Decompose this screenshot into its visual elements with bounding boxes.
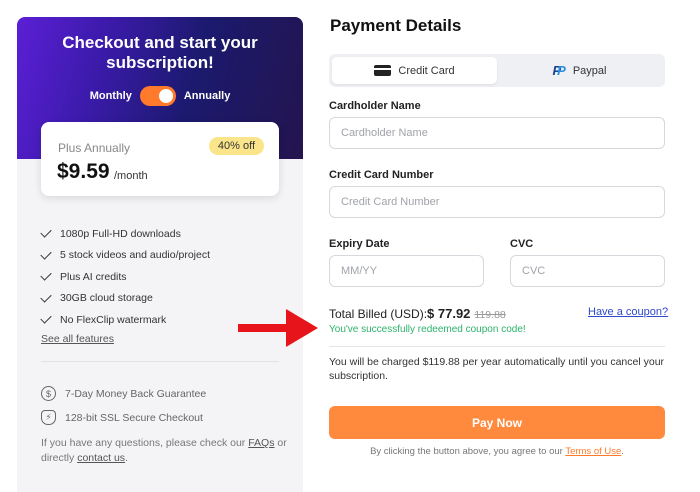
cardholder-name-input[interactable] [329, 117, 665, 149]
divider [329, 346, 665, 347]
shield-icon: ⚡ [41, 410, 56, 425]
faqs-link[interactable]: FAQs [248, 437, 274, 449]
tab-credit-card[interactable]: Credit Card [332, 57, 497, 84]
help-text: If you have any questions, please check … [41, 437, 287, 464]
billing-period-toggle[interactable] [139, 86, 176, 106]
card-number-label: Credit Card Number [329, 169, 434, 181]
divider [41, 361, 279, 362]
cvc-input[interactable] [510, 255, 665, 287]
hero-title: Checkout and start your subscription! [17, 33, 303, 73]
card-number-input[interactable] [329, 186, 665, 218]
discount-badge: 40% off [208, 137, 264, 155]
coupon-success-message: You've successfully redeemed coupon code… [329, 324, 526, 335]
feature-item: 30GB cloud storage [40, 288, 210, 310]
annually-label[interactable]: Annually [184, 90, 230, 102]
monthly-label[interactable]: Monthly [90, 90, 132, 102]
check-icon [40, 312, 52, 324]
contact-us-link[interactable]: contact us [77, 452, 125, 464]
feature-item: 5 stock videos and audio/project [40, 245, 210, 267]
feature-list: 1080p Full-HD downloads 5 stock videos a… [40, 223, 210, 331]
check-icon [40, 248, 52, 260]
toggle-knob [158, 89, 173, 103]
plan-price-unit: /month [114, 170, 148, 182]
payment-method-tabs: Credit Card PP Paypal [329, 54, 665, 87]
terms-note: By clicking the button above, you agree … [370, 446, 624, 457]
pay-now-button[interactable]: Pay Now [329, 406, 665, 439]
cardholder-name-label: Cardholder Name [329, 100, 421, 112]
credit-card-icon [374, 65, 392, 76]
check-icon [40, 291, 52, 303]
total-amount: $ 77.92 [427, 306, 471, 321]
tab-paypal[interactable]: PP Paypal [497, 57, 662, 84]
check-icon [40, 269, 52, 281]
have-coupon-link[interactable]: Have a coupon? [588, 306, 668, 318]
total-billed: Total Billed (USD):$ 77.92 119.88 [329, 306, 506, 321]
money-back-guarantee: $ 7-Day Money Back Guarantee [41, 386, 206, 401]
charge-note: You will be charged $119.88 per year aut… [329, 356, 665, 382]
cvc-label: CVC [510, 238, 534, 250]
check-icon [40, 226, 52, 238]
terms-of-use-link[interactable]: Terms of Use [565, 446, 621, 457]
billing-toggle-row: Monthly Annually [17, 86, 303, 106]
page-title: Payment Details [330, 16, 462, 35]
dollar-refund-icon: $ [41, 386, 56, 401]
paypal-icon: PP [552, 63, 566, 78]
plan-name: Plus Annually [58, 141, 131, 155]
hero-title-line1: Checkout and start your [62, 33, 258, 52]
plan-price: $9.59 [57, 160, 110, 183]
plan-card: Plus Annually 40% off $9.59 /month [41, 122, 279, 196]
feature-item: Plus AI credits [40, 266, 210, 288]
ssl-secure-checkout: ⚡ 128-bit SSL Secure Checkout [41, 410, 203, 425]
feature-item: 1080p Full-HD downloads [40, 223, 210, 245]
expiry-date-input[interactable] [329, 255, 484, 287]
red-arrow-icon [238, 309, 318, 347]
expiry-date-label: Expiry Date [329, 238, 390, 250]
feature-item: No FlexClip watermark [40, 309, 210, 331]
see-all-features-link[interactable]: See all features [41, 333, 114, 345]
plan-summary-panel: Checkout and start your subscription! Mo… [17, 17, 303, 492]
hero-title-line2: subscription! [106, 53, 214, 72]
original-price: 119.88 [474, 309, 506, 321]
